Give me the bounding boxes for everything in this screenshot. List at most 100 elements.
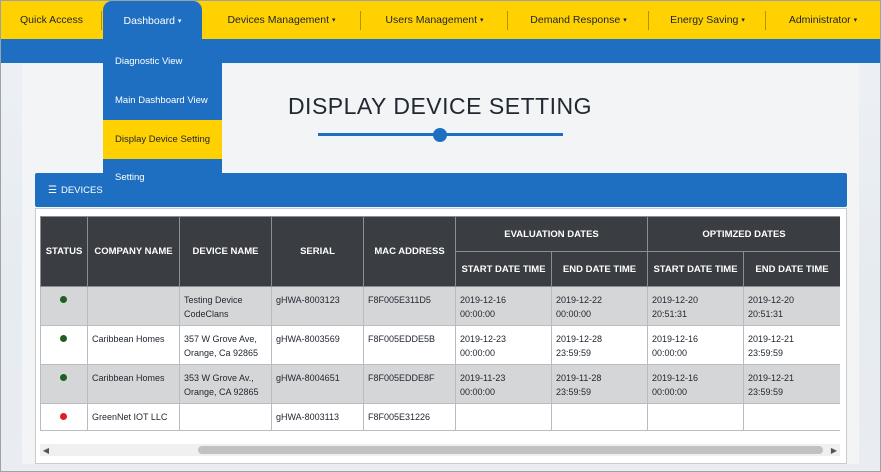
serial-cell: gHWA-8004651 — [271, 364, 364, 404]
col-device-name[interactable]: DEVICE NAME — [179, 216, 272, 287]
device-cell: 353 W Grove Av., Orange, CA 92865 — [179, 364, 272, 404]
time-line: 20:51:31 — [652, 309, 688, 319]
menu-item-display-device-setting[interactable]: Display Device Setting — [103, 120, 222, 159]
col-eval-start[interactable]: START DATE TIME — [455, 251, 552, 287]
device-line: CodeClans — [184, 309, 229, 319]
device-cell: Testing Device CodeClans — [179, 286, 272, 326]
date-line: 2019-12-23 — [460, 334, 507, 344]
table-row[interactable]: Testing Device CodeClans gHWA-8003123 F8F… — [40, 286, 840, 326]
company-cell: Caribbean Homes — [87, 325, 180, 365]
time-line: 00:00:00 — [460, 309, 496, 319]
date-line: 2019-12-16 — [652, 334, 699, 344]
col-evaluation-dates: EVALUATION DATES — [454, 216, 649, 252]
opt-end-cell: 2019-12-20 20:51:31 — [743, 286, 840, 326]
status-indicator-icon — [60, 374, 67, 381]
scroll-left-icon[interactable]: ◀ — [40, 444, 52, 456]
eval-start-cell: 2019-12-23 00:00:00 — [455, 325, 552, 365]
menu-item-diagnostic-view[interactable]: Diagnostic View — [103, 42, 222, 81]
serial-cell: gHWA-8003569 — [271, 325, 364, 365]
mac-cell: F8F005EDDE5B — [363, 325, 456, 365]
menu-item-main-dashboard-view[interactable]: Main Dashboard View — [103, 81, 222, 120]
company-cell — [87, 286, 180, 326]
nav-administrator[interactable]: Administrator ▾ — [766, 1, 880, 39]
mac-cell: F8F005E311D5 — [363, 286, 456, 326]
dashboard-dropdown-menu: Diagnostic View Main Dashboard View Disp… — [103, 40, 222, 195]
status-cell — [40, 403, 88, 431]
nav-label: Devices Management — [227, 14, 330, 26]
table-row[interactable]: Caribbean Homes 357 W Grove Ave, Orange, … — [40, 325, 840, 365]
date-line: 2019-12-16 — [460, 295, 507, 305]
horizontal-scrollbar[interactable]: ◀ ▶ — [40, 444, 840, 456]
chevron-down-icon: ▾ — [480, 17, 484, 24]
time-line: 23:59:59 — [748, 387, 784, 397]
eval-end-cell: 2019-12-22 00:00:00 — [550, 286, 649, 326]
eval-start-cell — [455, 403, 552, 431]
time-line: 00:00:00 — [652, 387, 688, 397]
eval-end-cell: 2019-12-28 23:59:59 — [550, 325, 649, 365]
device-line: Testing Device — [184, 295, 243, 305]
time-line: 23:59:59 — [556, 348, 592, 358]
device-line: Orange, Ca 92865 — [184, 348, 259, 358]
page-title: DISPLAY DEVICE SETTING — [287, 93, 593, 119]
nav-energy-saving[interactable]: Energy Saving ▾ — [649, 1, 766, 39]
chevron-down-icon: ▾ — [623, 17, 627, 24]
nav-label: Users Management — [385, 14, 478, 26]
status-indicator-icon — [60, 335, 67, 342]
col-company-name[interactable]: COMPANY NAME — [87, 216, 180, 287]
opt-start-cell — [647, 403, 745, 431]
nav-label: Energy Saving — [670, 14, 739, 26]
menu-item-setting[interactable]: Setting — [103, 158, 222, 197]
nav-devices-management[interactable]: Devices Management ▾ — [202, 1, 361, 39]
col-serial[interactable]: SERIAL — [271, 216, 364, 287]
time-line: 00:00:00 — [652, 348, 688, 358]
col-mac-address[interactable]: MAC ADDRESS — [363, 216, 456, 287]
date-line: 2019-12-16 — [652, 373, 699, 383]
date-line: 2019-12-20 — [748, 295, 795, 305]
col-opt-end[interactable]: END DATE TIME — [743, 251, 840, 287]
time-line: 00:00:00 — [460, 348, 496, 358]
device-line: 357 W Grove Ave, — [184, 334, 257, 344]
date-line: 2019-12-22 — [556, 295, 603, 305]
nav-label: Administrator — [788, 14, 851, 26]
status-cell — [40, 286, 88, 326]
company-cell: Caribbean Homes — [87, 364, 180, 404]
time-line: 23:59:59 — [748, 348, 784, 358]
table-row[interactable]: Caribbean Homes 353 W Grove Av., Orange, … — [40, 364, 840, 404]
time-line: 00:00:00 — [556, 309, 592, 319]
chevron-down-icon: ▾ — [853, 17, 858, 24]
serial-cell: gHWA-8003113 — [271, 403, 364, 431]
date-line: 2019-12-21 — [748, 373, 795, 383]
nav-users-management[interactable]: Users Management ▾ — [361, 1, 508, 39]
opt-start-cell: 2019-12-16 00:00:00 — [647, 364, 745, 404]
date-line: 2019-12-28 — [556, 334, 603, 344]
table-row[interactable]: GreenNet IOT LLC gHWA-8003113 F8F005E312… — [40, 403, 840, 431]
top-nav: Quick Access Dashboard ▾ Devices Managem… — [1, 1, 880, 40]
scroll-right-icon[interactable]: ▶ — [828, 444, 840, 456]
mac-cell: F8F005EDDE8F — [363, 364, 456, 404]
device-cell — [179, 403, 272, 431]
nav-dashboard[interactable]: Dashboard ▾ — [103, 1, 202, 40]
opt-start-cell: 2019-12-16 00:00:00 — [647, 325, 745, 365]
device-cell: 357 W Grove Ave, Orange, Ca 92865 — [179, 325, 272, 365]
col-eval-end[interactable]: END DATE TIME — [550, 251, 649, 287]
title-divider-dot — [433, 128, 447, 142]
status-cell — [40, 325, 88, 365]
nav-label: Dashboard — [123, 14, 175, 27]
nav-quick-access[interactable]: Quick Access — [1, 1, 102, 39]
device-line: Orange, CA 92865 — [184, 387, 259, 397]
nav-demand-response[interactable]: Demand Response ▾ — [508, 1, 649, 39]
time-line: 23:59:59 — [556, 387, 592, 397]
col-status[interactable]: STATUS — [40, 216, 88, 287]
device-line: 353 W Grove Av., — [184, 373, 254, 383]
date-line: 2019-12-21 — [748, 334, 795, 344]
eval-end-cell: 2019-11-28 23:59:59 — [550, 364, 649, 404]
eval-start-cell: 2019-11-23 00:00:00 — [455, 364, 552, 404]
time-line: 20:51:31 — [748, 309, 784, 319]
scrollbar-thumb[interactable] — [198, 446, 823, 454]
col-opt-start[interactable]: START DATE TIME — [647, 251, 745, 287]
serial-cell: gHWA-8003123 — [271, 286, 364, 326]
opt-end-cell: 2019-12-21 23:59:59 — [743, 325, 840, 365]
nav-label: Demand Response — [530, 14, 621, 26]
date-line: 2019-11-28 — [556, 373, 602, 383]
time-line: 00:00:00 — [460, 387, 496, 397]
